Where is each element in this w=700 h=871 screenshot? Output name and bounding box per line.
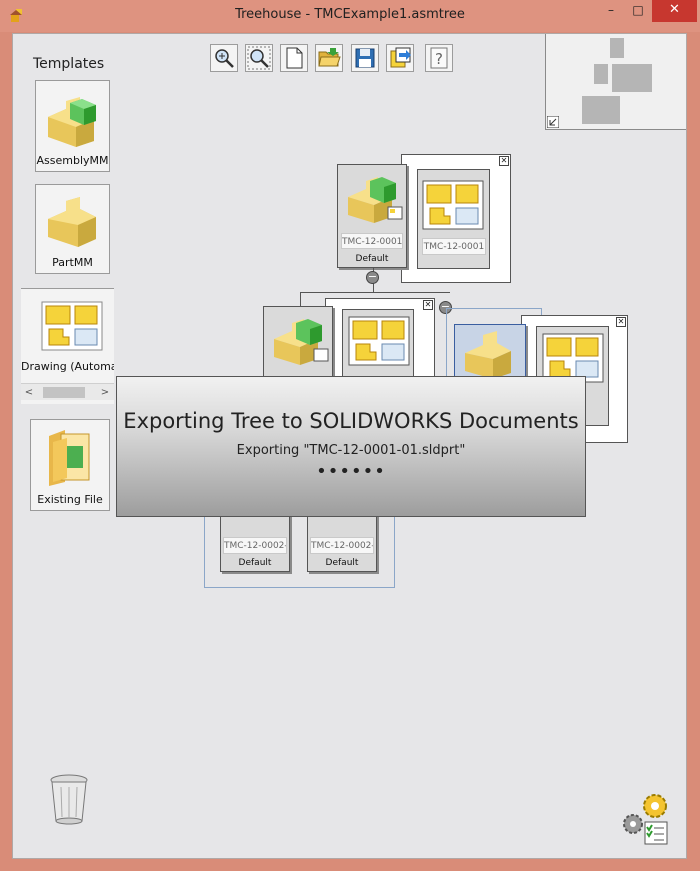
settings-gear-icon[interactable] bbox=[621, 792, 671, 848]
node-name[interactable]: TMC-12-0002-02 bbox=[310, 537, 374, 554]
root-drawing-card: TMC-12-0001 bbox=[417, 169, 490, 269]
drawing-icon bbox=[41, 301, 103, 351]
drawing-icon bbox=[348, 316, 410, 366]
templates-heading: Templates bbox=[33, 56, 105, 72]
trash-icon[interactable] bbox=[49, 773, 89, 825]
zoom-fit-button[interactable] bbox=[245, 44, 273, 72]
template-label: Drawing (Automat bbox=[21, 360, 114, 373]
tree-connector bbox=[300, 292, 450, 293]
scroll-thumb[interactable] bbox=[43, 387, 85, 398]
assembly-icon bbox=[48, 97, 96, 147]
templates-scrollbar[interactable]: < > bbox=[21, 383, 114, 400]
export-icon bbox=[390, 47, 411, 68]
export-title: Exporting Tree to SOLIDWORKS Documents bbox=[123, 409, 579, 433]
save-button[interactable] bbox=[351, 44, 379, 72]
minimap-node bbox=[594, 64, 608, 84]
minimize-button[interactable]: – bbox=[597, 0, 625, 22]
part-icon bbox=[48, 197, 96, 247]
svg-text:?: ? bbox=[435, 50, 443, 68]
node-name[interactable]: TMC-12-0001 bbox=[422, 238, 486, 255]
close-button[interactable]: ✕ bbox=[652, 0, 697, 22]
child2-drawing-close-button[interactable]: ✕ bbox=[616, 317, 626, 327]
main-canvas[interactable]: Templates AssemblyMM PartMM Drawing (Aut… bbox=[12, 33, 687, 859]
minimap-node bbox=[582, 96, 620, 124]
node-name[interactable]: TMC-12-0002-01 bbox=[223, 537, 287, 554]
collapse-toggle[interactable]: − bbox=[366, 271, 379, 284]
root-drawing-close-button[interactable]: ✕ bbox=[499, 156, 509, 166]
tree-connector bbox=[300, 292, 301, 306]
maximize-button[interactable]: □ bbox=[625, 0, 651, 22]
child-drawing-close-button[interactable]: ✕ bbox=[423, 300, 433, 310]
template-assembly[interactable]: AssemblyMM bbox=[35, 80, 110, 172]
open-folder-icon bbox=[318, 48, 341, 67]
template-part[interactable]: PartMM bbox=[35, 184, 110, 274]
export-progress-dots: •••••• bbox=[316, 461, 386, 482]
window-title: Treehouse - TMCExample1.asmtree bbox=[235, 7, 465, 22]
part-icon bbox=[465, 331, 511, 379]
open-button[interactable] bbox=[315, 44, 343, 72]
minimap[interactable] bbox=[545, 34, 686, 130]
node-config: Default bbox=[355, 254, 389, 264]
title-bar: Treehouse - TMCExample1.asmtree – □ ✕ bbox=[0, 0, 700, 32]
save-icon bbox=[355, 48, 375, 68]
assembly-icon bbox=[348, 177, 403, 223]
child-drawing-card bbox=[342, 309, 414, 379]
template-existing-file[interactable]: Existing File bbox=[30, 419, 110, 511]
zoom-in-icon bbox=[215, 49, 234, 68]
template-label: PartMM bbox=[52, 256, 93, 269]
assembly-icon bbox=[274, 319, 329, 365]
minimap-node bbox=[610, 38, 624, 58]
template-label: AssemblyMM bbox=[36, 154, 109, 167]
new-document-icon bbox=[286, 47, 303, 69]
template-label: Existing File bbox=[37, 493, 103, 506]
zoom-in-button[interactable] bbox=[210, 44, 238, 72]
export-button[interactable] bbox=[386, 44, 414, 72]
minimap-node bbox=[612, 64, 652, 92]
node-name[interactable]: TMC-12-0001 bbox=[341, 233, 403, 249]
root-assembly-node[interactable]: TMC-12-0001 Default bbox=[337, 164, 407, 268]
resize-corner-icon[interactable] bbox=[547, 116, 559, 128]
child-assembly-node[interactable] bbox=[263, 306, 333, 381]
child2-part-node[interactable] bbox=[454, 324, 526, 384]
new-button[interactable] bbox=[280, 44, 308, 72]
node-config: Default bbox=[325, 558, 359, 568]
folder-icon bbox=[49, 430, 90, 486]
export-progress-dialog: Exporting Tree to SOLIDWORKS Documents E… bbox=[116, 376, 586, 517]
node-config: Default bbox=[238, 558, 272, 568]
root-drawing-node[interactable]: ✕ TMC-12-0001 bbox=[401, 154, 511, 283]
help-button[interactable]: ? bbox=[425, 44, 453, 72]
child-drawing-node[interactable]: ✕ bbox=[325, 298, 435, 379]
drawing-icon bbox=[422, 180, 484, 230]
export-status: Exporting "TMC-12-0001-01.sldprt" bbox=[236, 443, 466, 458]
scroll-right-arrow[interactable]: > bbox=[97, 385, 113, 400]
scroll-left-arrow[interactable]: < bbox=[21, 385, 37, 400]
help-icon: ? bbox=[430, 47, 448, 69]
zoom-fit-icon bbox=[247, 46, 271, 70]
